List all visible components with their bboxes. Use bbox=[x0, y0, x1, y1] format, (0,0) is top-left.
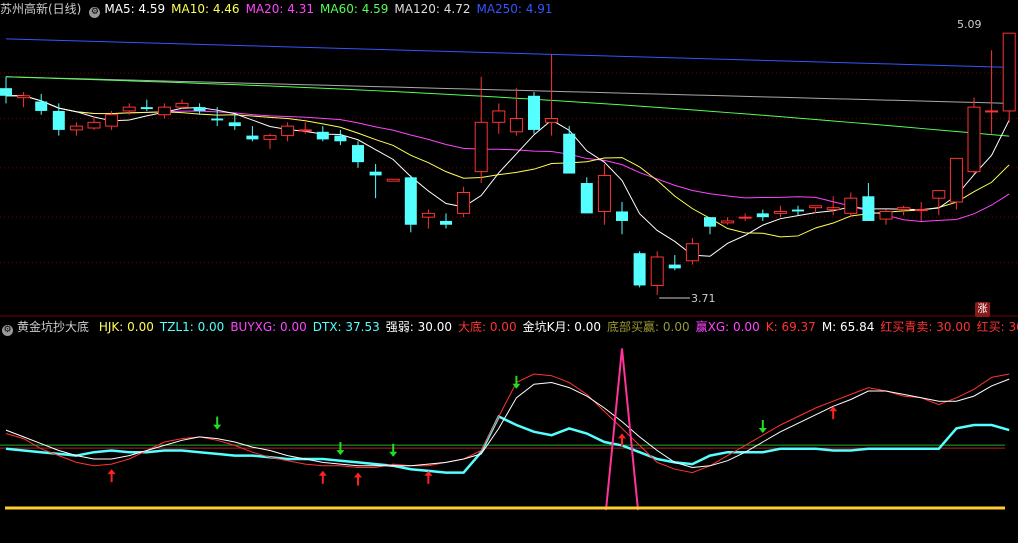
candle-body bbox=[35, 101, 48, 111]
candle-body bbox=[193, 107, 206, 111]
candle-body bbox=[633, 253, 646, 286]
candle-body bbox=[721, 220, 735, 224]
candle-body bbox=[967, 106, 981, 173]
indicator-legend-item-12: 红买: 30.00 bbox=[976, 320, 1018, 334]
candle-body bbox=[563, 133, 576, 174]
candle-body bbox=[105, 114, 119, 127]
candle-body bbox=[844, 197, 858, 214]
candle-body bbox=[914, 209, 928, 212]
ma60-line bbox=[5, 76, 1010, 137]
candle-body bbox=[597, 174, 611, 212]
candle-body bbox=[809, 205, 823, 209]
indicator-legend-item-7: 底部买赢: 0.00 bbox=[607, 320, 690, 334]
ma10-line bbox=[6, 95, 1010, 238]
candle-body bbox=[52, 110, 65, 130]
sell-arrow-head bbox=[389, 451, 398, 457]
candle-body bbox=[17, 95, 31, 99]
indicator-legend-item-3: DTX: 37.53 bbox=[312, 320, 380, 334]
limit-up-badge: 涨 bbox=[975, 302, 990, 317]
candle-body bbox=[281, 125, 295, 137]
sell-arrow-head bbox=[336, 450, 345, 456]
ma250-line bbox=[5, 38, 1010, 68]
ma120-line bbox=[5, 76, 1010, 104]
buy-arrow-head bbox=[107, 469, 116, 475]
candle-body bbox=[862, 196, 875, 221]
candle-body bbox=[509, 118, 523, 133]
candle-body bbox=[668, 264, 681, 269]
indicator-legend-item-1: TZL1: 0.00 bbox=[159, 320, 225, 334]
indicator-legend: ⚙ 黄金坑抄大底 HJK: 0.00 TZL1: 0.00 BUYXG: 0.00 DT… bbox=[0, 318, 1018, 336]
indicator-legend-item-10: M: 65.84 bbox=[821, 320, 875, 334]
candle-body bbox=[69, 125, 83, 131]
indicator-legend-item-4: 强弱: 30.00 bbox=[385, 320, 452, 334]
candle-body bbox=[386, 178, 400, 182]
indicator-legend-item-11: 红买青卖: 30.00 bbox=[880, 320, 971, 334]
candle-body bbox=[932, 190, 946, 199]
dtx-line bbox=[5, 414, 1010, 474]
candle-body bbox=[738, 216, 752, 219]
sell-arrow-head bbox=[213, 424, 222, 430]
candle-body bbox=[263, 135, 277, 140]
candle-body bbox=[352, 145, 364, 163]
candle-body bbox=[650, 256, 664, 286]
candle-body bbox=[316, 131, 329, 140]
candle-body bbox=[0, 88, 12, 96]
candle-body bbox=[685, 243, 699, 262]
indicator-legend-item-8: 赢XG: 0.00 bbox=[695, 320, 760, 334]
candle-body bbox=[492, 110, 506, 123]
candle-body bbox=[792, 209, 804, 212]
candle-body bbox=[474, 121, 488, 173]
k-line bbox=[5, 373, 1010, 474]
indicator-legend-item-6: 金坑K月: 0.00 bbox=[522, 320, 602, 334]
candle-body bbox=[140, 107, 153, 110]
candle-body bbox=[879, 210, 893, 220]
candle-body bbox=[545, 118, 559, 123]
candle-body bbox=[457, 192, 471, 214]
candle-body bbox=[246, 135, 259, 140]
candle-body bbox=[211, 118, 224, 121]
indicator-legend-list: HJK: 0.00 TZL1: 0.00 BUYXG: 0.00 DTX: 37.53… bbox=[99, 320, 1018, 334]
m-line bbox=[5, 378, 1010, 469]
indicator-title[interactable]: 黄金坑抄大底 bbox=[17, 320, 89, 334]
indicator-legend-item-9: K: 69.37 bbox=[765, 320, 816, 334]
candle-body bbox=[1002, 32, 1016, 112]
indicator-legend-item-5: 大底: 0.00 bbox=[458, 320, 517, 334]
low-price-label: 3.71 bbox=[691, 292, 716, 305]
ma20-line bbox=[6, 95, 1010, 223]
buy-arrow-head bbox=[354, 472, 362, 478]
candle-body bbox=[580, 183, 593, 214]
buy-arrow-head bbox=[829, 406, 838, 412]
high-price-label: 5.09 bbox=[957, 18, 982, 31]
candle-body bbox=[897, 207, 911, 211]
indicator-legend-item-2: BUYXG: 0.00 bbox=[230, 320, 307, 334]
candle-body bbox=[175, 102, 189, 108]
candle-body bbox=[122, 106, 136, 112]
candle-body bbox=[826, 207, 840, 211]
candle-body bbox=[369, 171, 382, 176]
candle-body bbox=[756, 213, 769, 218]
buy-spike bbox=[605, 348, 639, 511]
ma5-line bbox=[6, 95, 1010, 257]
candle-body bbox=[440, 220, 452, 225]
candle-body bbox=[985, 110, 999, 113]
candle-body bbox=[404, 177, 417, 225]
sell-arrow-head bbox=[758, 428, 767, 433]
price-chart[interactable] bbox=[0, 0, 1018, 543]
candle-body bbox=[334, 135, 347, 142]
candle-body bbox=[87, 121, 101, 129]
candle-body bbox=[228, 122, 241, 127]
candle-body bbox=[949, 157, 963, 203]
candle-body bbox=[616, 211, 628, 221]
candle-body bbox=[704, 217, 716, 227]
settings-icon[interactable]: ⚙ bbox=[2, 325, 13, 336]
candle-body bbox=[298, 129, 312, 132]
candle-body bbox=[157, 106, 171, 116]
candle-body bbox=[773, 210, 787, 214]
candle-body bbox=[421, 212, 435, 218]
buy-arrow-head bbox=[618, 433, 626, 439]
buy-arrow-head bbox=[318, 470, 327, 476]
indicator-legend-item-0: HJK: 0.00 bbox=[98, 320, 154, 334]
candle-body bbox=[528, 95, 540, 130]
